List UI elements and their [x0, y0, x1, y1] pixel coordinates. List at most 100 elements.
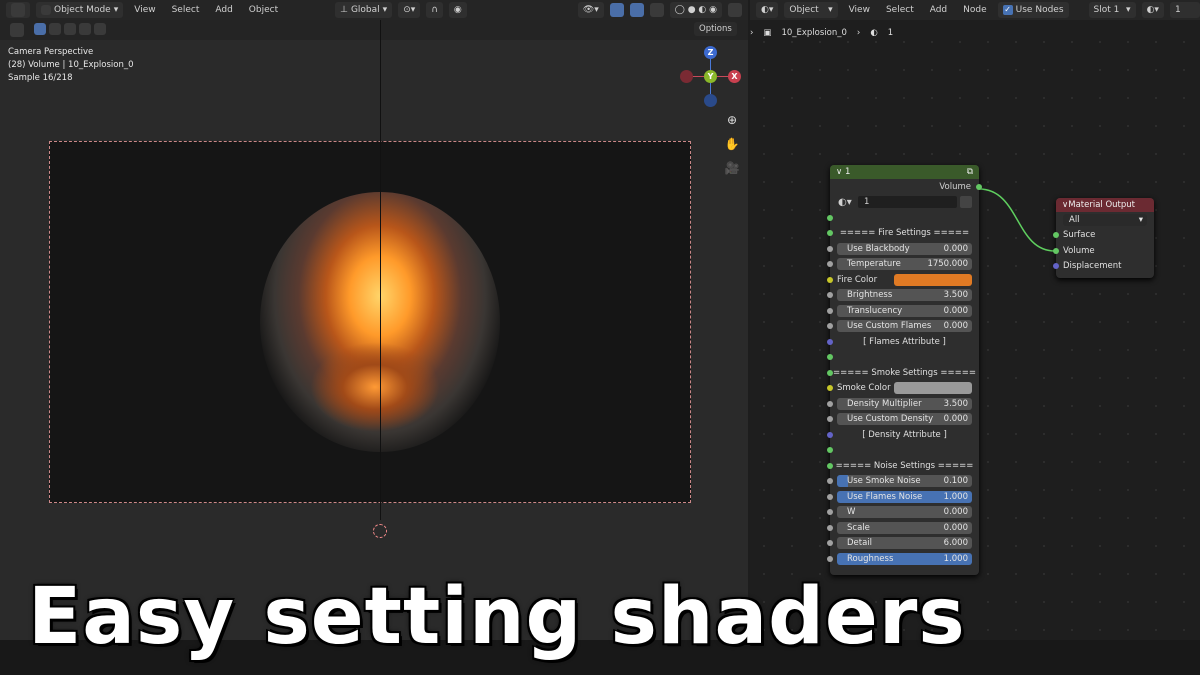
value-slider[interactable]: Brightness 3.500	[837, 289, 972, 302]
slider-label: Use Custom Density	[847, 414, 934, 425]
value-slider[interactable]: Translucency 0.000	[837, 304, 972, 317]
value-slider[interactable]: Use Custom Flames 0.000	[837, 320, 972, 333]
color-swatch[interactable]	[894, 273, 972, 286]
input-socket[interactable]	[827, 400, 833, 407]
input-socket[interactable]	[827, 354, 833, 361]
slider-value: 0.000	[943, 414, 968, 425]
input-row: Scale 0.000	[827, 520, 979, 536]
section-heading: [ Flames Attribute ]	[863, 336, 946, 347]
section-heading: ===== Noise Settings =====	[835, 460, 974, 471]
input-socket[interactable]	[827, 509, 833, 516]
input-socket[interactable]	[827, 307, 833, 314]
input-socket[interactable]	[827, 462, 833, 469]
input-socket[interactable]	[827, 447, 833, 454]
slider-label: Brightness	[847, 290, 893, 301]
input-row: ===== Smoke Settings =====	[827, 365, 979, 381]
input-row: Brightness 3.500	[827, 288, 979, 304]
input-socket[interactable]	[827, 245, 833, 252]
volume-input-row: Volume	[1053, 243, 1154, 259]
group-node-inputs: ===== Fire Settings ===== Use Blackbody 0.…	[827, 210, 979, 567]
input-row: [ Density Attribute ]	[827, 427, 979, 443]
collapse-chevron-icon[interactable]: ∨	[836, 167, 845, 177]
group-node[interactable]: ∨ 1 ⧉ Volume ◐▾ 1 ===== Fire Settings ==…	[827, 165, 982, 575]
input-row	[827, 443, 979, 459]
section-heading: [ Density Attribute ]	[862, 429, 947, 440]
input-row: Smoke Color	[827, 381, 979, 397]
slider-value: 1750.000	[927, 259, 968, 270]
node-tree-name-field[interactable]: 1	[858, 196, 957, 209]
input-socket[interactable]	[827, 524, 833, 531]
input-socket[interactable]	[827, 478, 833, 485]
color-label: Smoke Color	[837, 383, 891, 394]
slider-label: Use Smoke Noise	[847, 476, 921, 487]
material-output-header[interactable]: ∨ Material Output	[1056, 198, 1154, 212]
value-slider[interactable]: Detail 6.000	[837, 537, 972, 550]
input-row: W 0.000	[827, 505, 979, 521]
slider-value: 3.500	[943, 290, 968, 301]
slider-label: Use Custom Flames	[847, 321, 932, 332]
slider-label: Detail	[847, 538, 873, 549]
input-socket[interactable]	[827, 555, 833, 562]
surface-input-row: Surface	[1053, 228, 1154, 244]
slider-value: 0.100	[943, 476, 968, 487]
output-volume-row: Volume	[830, 179, 982, 195]
section-heading: ===== Fire Settings =====	[839, 228, 970, 239]
input-row	[827, 350, 979, 366]
value-slider[interactable]: Scale 0.000	[837, 521, 972, 534]
caption: Easy setting shaders	[28, 572, 966, 662]
color-swatch[interactable]	[894, 382, 972, 395]
value-slider[interactable]: W 0.000	[837, 506, 972, 519]
slider-value: 0.000	[943, 507, 968, 518]
input-row: Fire Color	[827, 272, 979, 288]
input-socket[interactable]	[1053, 247, 1059, 254]
target-row: All ▾	[1056, 212, 1154, 228]
target-dropdown[interactable]: All ▾	[1063, 213, 1147, 226]
slider-label: Use Blackbody	[847, 243, 910, 254]
datablock-row: ◐▾ 1	[830, 195, 979, 211]
input-row: Use Smoke Noise 0.100	[827, 474, 979, 490]
input-row: [ Flames Attribute ]	[827, 334, 979, 350]
input-socket[interactable]	[827, 214, 833, 221]
input-row: Use Blackbody 0.000	[827, 241, 979, 257]
input-row: Translucency 0.000	[827, 303, 979, 319]
input-row: Use Custom Density 0.000	[827, 412, 979, 428]
node-group-icon[interactable]: ⧉	[967, 167, 973, 177]
input-row: Density Multiplier 3.500	[827, 396, 979, 412]
input-socket[interactable]	[827, 540, 833, 547]
value-slider[interactable]: Use Custom Density 0.000	[837, 413, 972, 426]
value-slider[interactable]: Use Blackbody 0.000	[837, 242, 972, 255]
value-slider[interactable]: Use Smoke Noise 0.100	[837, 475, 972, 488]
color-label: Fire Color	[837, 274, 878, 285]
node-tree-icon[interactable]: ◐▾	[838, 197, 852, 208]
slider-label: Scale	[847, 522, 870, 533]
value-slider[interactable]: Use Flames Noise 1.000	[837, 490, 972, 503]
input-socket[interactable]	[827, 493, 833, 500]
section-heading: ===== Smoke Settings =====	[833, 367, 976, 378]
material-output-node[interactable]: ∨ Material Output All ▾ Surface Volume Di…	[1053, 198, 1154, 278]
fake-user-shield-icon[interactable]	[960, 196, 972, 209]
slider-label: Temperature	[847, 259, 901, 270]
displacement-input-row: Displacement	[1053, 259, 1154, 275]
input-socket[interactable]	[827, 338, 833, 345]
slider-label: Density Multiplier	[847, 398, 922, 409]
input-socket[interactable]	[827, 323, 833, 330]
input-row: Use Custom Flames 0.000	[827, 319, 979, 335]
value-slider[interactable]: Density Multiplier 3.500	[837, 397, 972, 410]
input-socket[interactable]	[827, 431, 833, 438]
slider-value: 3.500	[943, 398, 968, 409]
input-socket[interactable]	[827, 416, 833, 423]
output-socket[interactable]	[976, 183, 982, 190]
input-row: Use Flames Noise 1.000	[827, 489, 979, 505]
slider-value: 1.000	[943, 553, 968, 564]
input-socket[interactable]	[827, 369, 833, 376]
value-slider[interactable]: Roughness 1.000	[837, 552, 972, 565]
input-socket[interactable]	[827, 276, 833, 283]
input-row: Roughness 1.000	[827, 551, 979, 567]
slider-value: 0.000	[943, 305, 968, 316]
input-socket[interactable]	[827, 261, 833, 268]
input-socket[interactable]	[827, 292, 833, 299]
slider-value: 0.000	[943, 522, 968, 533]
value-slider[interactable]: Temperature 1750.000	[837, 258, 972, 271]
slider-label: Roughness	[847, 553, 894, 564]
group-node-header[interactable]: ∨ 1 ⧉	[830, 165, 979, 179]
